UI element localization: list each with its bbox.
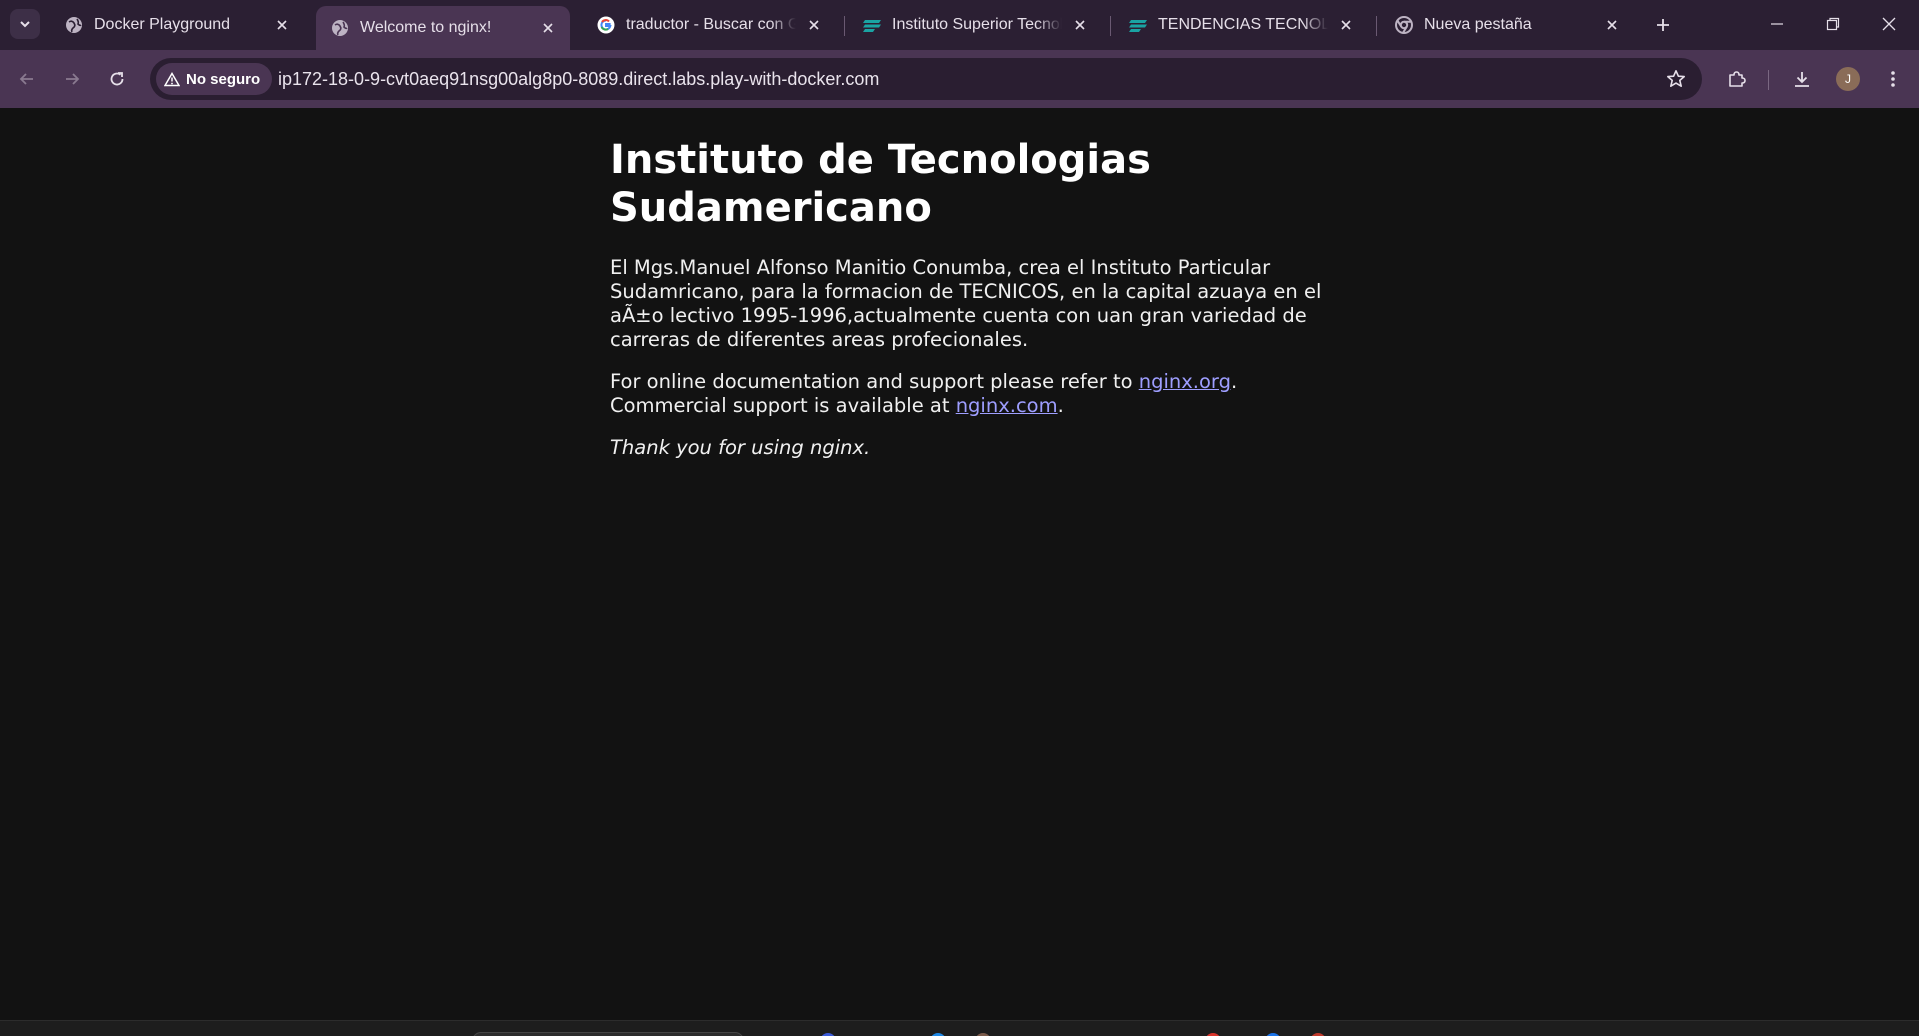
close-icon[interactable]	[804, 15, 824, 35]
tab-search-button[interactable]	[10, 9, 40, 39]
period: .	[1057, 394, 1064, 417]
tab-title: Welcome to nginx!	[360, 19, 492, 36]
browser-window: Docker Playground Welcome to nginx! trad…	[0, 0, 1919, 1036]
globe-icon	[64, 15, 84, 35]
reload-button[interactable]	[100, 62, 134, 96]
tab-nueva-pestana[interactable]: Nueva pestaña	[1380, 6, 1634, 44]
thanks-paragraph: Thank you for using nginx.	[610, 436, 1330, 460]
close-icon[interactable]	[272, 15, 292, 35]
close-icon[interactable]	[1336, 15, 1356, 35]
tab-welcome-nginx[interactable]: Welcome to nginx!	[316, 6, 570, 50]
address-bar[interactable]: No seguro ip172-18-0-9-cvt0aeq91nsg00alg…	[150, 58, 1702, 100]
tab-title: Instituto Superior Tecnológico	[892, 16, 1062, 33]
reload-icon	[110, 72, 124, 86]
intro-paragraph: El Mgs.Manuel Alfonso Manitio Conumba, c…	[610, 256, 1322, 351]
chevron-down-icon	[20, 21, 30, 28]
arrow-right-icon	[66, 73, 80, 85]
tab-separator	[1110, 16, 1111, 36]
extensions-button[interactable]	[1720, 62, 1754, 96]
url-text[interactable]: ip172-18-0-9-cvt0aeq91nsg00alg8p0-8089.d…	[278, 58, 879, 100]
nginx-org-link[interactable]: nginx.org	[1139, 370, 1231, 393]
restore-icon	[1826, 17, 1840, 31]
page-viewport: Instituto de Tecnologias Sudamericano El…	[0, 108, 1919, 1020]
puzzle-icon	[1729, 71, 1746, 87]
forward-button[interactable]	[55, 62, 89, 96]
close-window-button[interactable]	[1866, 6, 1912, 42]
back-button[interactable]	[10, 62, 44, 96]
tab-title: traductor - Buscar con Google	[626, 16, 796, 33]
nginx-com-link[interactable]: nginx.com	[956, 394, 1058, 417]
restore-button[interactable]	[1810, 6, 1856, 42]
minimize-button[interactable]	[1754, 6, 1800, 42]
course-icon	[1128, 15, 1148, 35]
download-icon	[1795, 72, 1809, 87]
tab-docker-playground[interactable]: Docker Playground	[50, 6, 304, 44]
tab-traductor-google[interactable]: traductor - Buscar con Google	[582, 6, 836, 44]
doc-text: For online documentation and support ple…	[610, 370, 1139, 393]
profile-initial: J	[1845, 72, 1851, 86]
tab-instituto-superior[interactable]: Instituto Superior Tecnológico	[848, 6, 1102, 44]
tab-title: TENDENCIAS TECNOLOGICAS	[1158, 16, 1328, 33]
bookmark-star-icon[interactable]	[1664, 67, 1688, 91]
taskbar-search[interactable]	[472, 1032, 744, 1036]
google-icon	[596, 15, 616, 35]
thanks-text: Thank you for using nginx.	[610, 436, 871, 459]
browser-toolbar: No seguro ip172-18-0-9-cvt0aeq91nsg00alg…	[0, 50, 1919, 108]
tab-tendencias-tecnologicas[interactable]: TENDENCIAS TECNOLOGICAS	[1114, 6, 1368, 44]
security-label: No seguro	[186, 70, 261, 88]
more-vertical-icon	[1891, 71, 1895, 87]
menu-button[interactable]	[1876, 62, 1910, 96]
security-chip[interactable]: No seguro	[156, 63, 273, 95]
course-icon	[862, 15, 882, 35]
tab-title: Nueva pestaña	[1424, 16, 1532, 33]
close-icon[interactable]	[1070, 15, 1090, 35]
avatar[interactable]: J	[1836, 67, 1860, 91]
tab-strip: Docker Playground Welcome to nginx! trad…	[0, 0, 1919, 50]
minimize-icon	[1771, 23, 1783, 25]
commercial-text: Commercial support is available at	[610, 394, 956, 417]
support-paragraph: For online documentation and support ple…	[610, 370, 1330, 418]
page-title: Instituto de Tecnologias Sudamericano	[610, 137, 1151, 231]
close-icon	[1882, 17, 1896, 31]
chrome-icon	[1394, 15, 1414, 35]
tab-separator	[844, 16, 845, 36]
toolbar-divider	[1768, 70, 1769, 90]
tab-separator	[1376, 16, 1377, 36]
period: .	[1230, 370, 1238, 393]
tab-title: Docker Playground	[94, 16, 231, 33]
arrow-left-icon	[19, 73, 33, 85]
page-content: Instituto de Tecnologias Sudamericano El…	[610, 136, 1330, 478]
warning-icon	[164, 71, 180, 87]
taskbar	[0, 1020, 1919, 1036]
close-icon[interactable]	[1602, 15, 1622, 35]
globe-icon	[330, 18, 350, 38]
downloads-button[interactable]	[1785, 62, 1819, 96]
new-tab-button[interactable]	[1650, 12, 1676, 38]
plus-icon	[1657, 19, 1669, 31]
close-icon[interactable]	[538, 18, 558, 38]
